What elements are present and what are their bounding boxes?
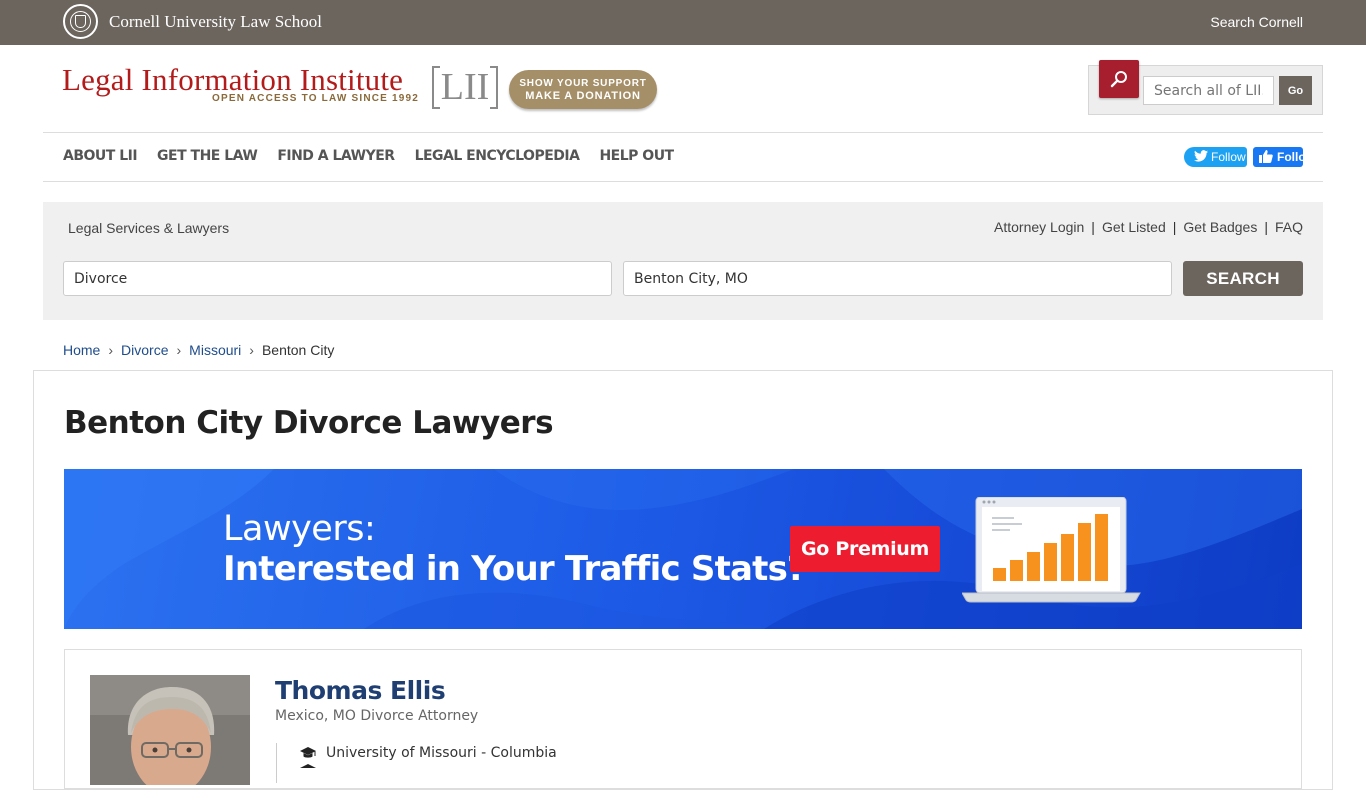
donate-line1: SHOW YOUR SUPPORT — [519, 78, 647, 89]
lawyer-portrait — [90, 675, 250, 785]
facebook-like-icon — [1259, 150, 1273, 163]
lii-search-go-button[interactable]: Go — [1279, 76, 1312, 105]
cornell-top-bar: Cornell University Law School Search Cor… — [0, 0, 1366, 45]
legal-services-title: Legal Services & Lawyers — [68, 220, 230, 236]
banner-headline-line1: Lawyers: — [223, 509, 376, 549]
cornell-seal-icon[interactable] — [63, 4, 98, 39]
nav-find-a-lawyer[interactable]: FIND A LAWYER — [277, 148, 395, 168]
link-separator: | — [1172, 219, 1177, 235]
donate-button[interactable]: SHOW YOUR SUPPORT MAKE A DONATION — [509, 70, 657, 109]
get-listed-link[interactable]: Get Listed — [1102, 219, 1166, 235]
breadcrumb-separator: › — [249, 342, 254, 358]
lii-search-input[interactable] — [1143, 76, 1274, 105]
lawyer-location-practice: Mexico, MO Divorce Attorney — [275, 708, 479, 724]
facebook-follow-button[interactable]: Follow — [1253, 147, 1303, 167]
lawyer-directory-links: Attorney Login | Get Listed | Get Badges | FAQ — [994, 219, 1303, 235]
twitter-follow-button[interactable]: Follow — [1184, 147, 1247, 167]
breadcrumb-home[interactable]: Home — [63, 342, 100, 358]
breadcrumb-missouri[interactable]: Missouri — [189, 342, 241, 358]
link-separator: | — [1091, 219, 1095, 235]
donate-line2: MAKE A DONATION — [525, 90, 641, 102]
attorney-login-link[interactable]: Attorney Login — [994, 219, 1084, 235]
twitter-bird-icon — [1194, 150, 1208, 162]
location-input[interactable] — [623, 261, 1172, 296]
nav-about-lii[interactable]: ABOUT LII — [63, 148, 138, 168]
breadcrumb-separator: › — [176, 342, 182, 358]
faq-link[interactable]: FAQ — [1275, 219, 1303, 235]
twitter-follow-label: Follow — [1211, 150, 1246, 164]
lawyer-name-link[interactable]: Thomas Ellis — [275, 676, 446, 705]
cornell-law-school-link[interactable]: Cornell University Law School — [109, 12, 322, 32]
nav-help-out[interactable]: HELP OUT — [599, 148, 674, 168]
banner-headline-line2: Interested in Your Traffic Stats? — [223, 549, 807, 589]
lawyer-search-button[interactable]: SEARCH — [1183, 261, 1303, 296]
laptop-chart-illustration — [962, 497, 1141, 603]
lawyer-school-name: University of Missouri - Columbia — [326, 745, 557, 761]
search-icon — [1110, 71, 1127, 88]
graduation-cap-icon — [300, 747, 316, 758]
lii-logo-mark[interactable]: LII — [432, 66, 498, 109]
nav-get-the-law[interactable]: GET THE LAW — [157, 148, 258, 168]
main-nav: ABOUT LII GET THE LAW FIND A LAWYER LEGA… — [63, 148, 674, 168]
lii-search-toggle[interactable] — [1099, 60, 1139, 98]
lii-tagline: OPEN ACCESS TO LAW SINCE 1992 — [212, 93, 420, 104]
premium-ad-banner[interactable]: Lawyers: Interested in Your Traffic Stat… — [64, 469, 1302, 629]
nav-divider-top — [43, 132, 1323, 133]
graduation-cap-icon — [300, 764, 316, 768]
breadcrumb-divorce[interactable]: Divorce — [121, 342, 168, 358]
page-title: Benton City Divorce Lawyers — [64, 405, 554, 441]
get-badges-link[interactable]: Get Badges — [1183, 219, 1257, 235]
breadcrumb-separator: › — [108, 342, 114, 358]
lawyer-photo[interactable] — [90, 675, 250, 785]
breadcrumb: Home › Divorce › Missouri › Benton City — [63, 342, 334, 358]
nav-legal-encyclopedia[interactable]: LEGAL ENCYCLOPEDIA — [415, 148, 580, 168]
link-separator: | — [1264, 219, 1268, 235]
go-premium-button[interactable]: Go Premium — [790, 526, 940, 572]
facebook-follow-label: Follow — [1277, 150, 1303, 164]
nav-divider-bottom — [43, 181, 1323, 182]
lawyer-education: University of Missouri - Columbia — [300, 745, 557, 761]
practice-area-input[interactable] — [63, 261, 612, 296]
breadcrumb-current: Benton City — [261, 342, 335, 358]
search-cornell-link[interactable]: Search Cornell — [1210, 14, 1303, 30]
details-divider — [276, 743, 277, 783]
